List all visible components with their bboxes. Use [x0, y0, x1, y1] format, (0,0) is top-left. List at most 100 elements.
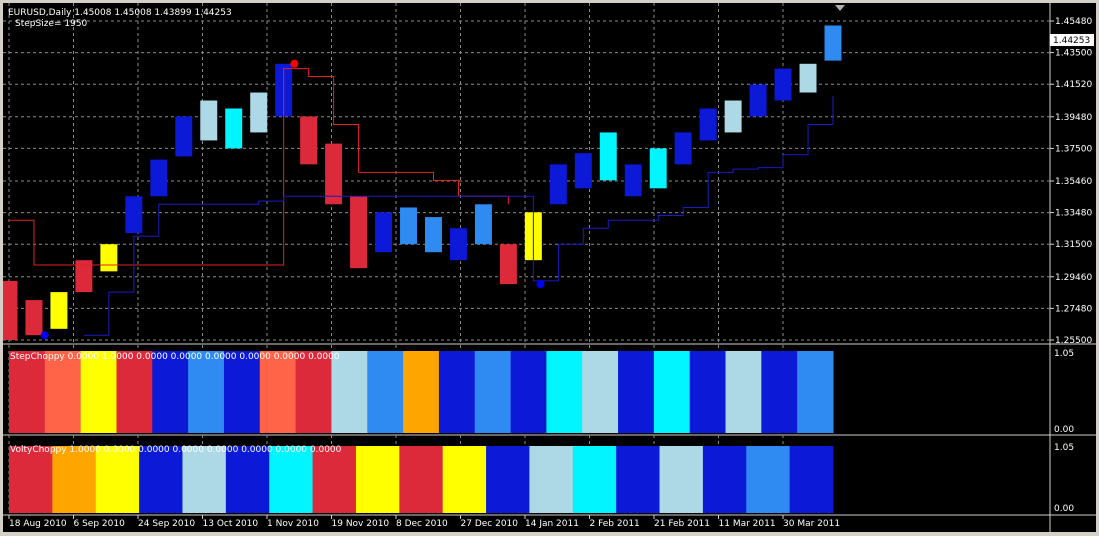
y-tick-label: 1.31500: [1055, 240, 1092, 250]
chart-stage: 1.45480 1.43500 1.41520 1.39480 1.37500 1.354…: [0, 3, 1096, 532]
volty-choppy-max-label: 1.05: [1054, 443, 1074, 453]
volty-choppy-segment: [399, 446, 444, 513]
price-bar: [449, 228, 467, 261]
price-bar: [350, 196, 368, 269]
y-tick-label: 1.25500: [1055, 336, 1092, 346]
y-tick-label: 1.35460: [1055, 177, 1092, 187]
chart-symbol-line: EURUSD,Daily 1.45008 1.45008 1.43899 1.4…: [8, 8, 232, 18]
x-tick-label: 6 Sep 2010: [74, 519, 126, 529]
step-choppy-segment: [438, 351, 476, 433]
x-tick-label: 2 Feb 2011: [590, 519, 640, 529]
price-bar: [125, 196, 143, 234]
price-bar: [25, 300, 43, 336]
volty-choppy-segment: [789, 446, 834, 513]
step-choppy-segment: [367, 351, 404, 433]
price-bar: [225, 108, 243, 149]
x-tick-label: 11 Mar 2011: [719, 519, 776, 529]
y-tick-label: 1.39480: [1055, 113, 1092, 123]
price-bar: [699, 108, 717, 141]
volty-choppy-segment: [702, 446, 747, 513]
volty-choppy-segment: [355, 446, 400, 513]
x-tick-label: 1 Nov 2010: [267, 519, 319, 529]
y-tick-label: 1.41520: [1055, 80, 1092, 90]
price-bar: [474, 204, 492, 245]
price-bar: [200, 100, 218, 141]
x-tick-label: 27 Dec 2010: [461, 519, 519, 529]
price-chart-svg[interactable]: 1.45480 1.43500 1.41520 1.39480 1.37500 1.354…: [0, 3, 1096, 532]
x-tick-label: 24 Sep 2010: [138, 519, 195, 529]
signal-dots: [40, 59, 545, 340]
price-bar: [749, 84, 767, 117]
x-tick-label: 8 Dec 2010: [396, 519, 448, 529]
volty-choppy-segment: [52, 446, 97, 513]
y-tick-label: 1.45480: [1055, 17, 1092, 27]
volty-choppy-segment: [9, 446, 53, 513]
price-bar: [624, 164, 642, 197]
x-tick-label: 19 Nov 2010: [332, 519, 390, 529]
step-choppy-segment: [44, 351, 82, 433]
x-tick-label: 21 Feb 2011: [654, 519, 710, 529]
blue-stop-line: [83, 95, 834, 336]
volty-choppy-segment: [95, 446, 140, 513]
step-choppy-segment: [653, 351, 691, 433]
volty-choppy-segment: [139, 446, 183, 513]
step-choppy-segment: [510, 351, 547, 433]
chart-shift-marker-icon[interactable]: [835, 5, 845, 11]
step-choppy-min-label: 0.00: [1054, 425, 1074, 435]
volty-choppy-min-label: 0.00: [1054, 504, 1074, 514]
price-bar: [375, 212, 393, 253]
price-bar: [150, 159, 168, 197]
blue-signal-dot: [536, 280, 545, 289]
y-tick-label: 1.43500: [1055, 49, 1092, 59]
price-bar: [599, 132, 617, 181]
step-choppy-segment: [474, 351, 512, 433]
price-bar: [649, 148, 667, 189]
step-choppy-segment: [403, 351, 440, 433]
step-choppy-max-label: 1.05: [1054, 349, 1074, 359]
volty-choppy-segment: [486, 446, 530, 513]
y-tick-label: 1.29460: [1055, 273, 1092, 283]
x-tick-label: 14 Jan 2011: [525, 519, 579, 529]
volty-choppy-segment: [659, 446, 704, 513]
step-choppy-segment: [546, 351, 583, 433]
indicator-panels: [9, 351, 834, 513]
blue-signal-dot: [40, 331, 49, 340]
price-bar: [799, 63, 817, 93]
volty-choppy-segment: [616, 446, 661, 513]
volty-choppy-segment: [182, 446, 227, 513]
volty-choppy-segment: [746, 446, 791, 513]
volty-choppy-segment: [269, 446, 314, 513]
price-bar: [0, 280, 18, 340]
step-choppy-segment: [797, 351, 834, 433]
price-bar: [574, 153, 592, 189]
step-choppy-label: StepChoppy 0.0000 1.0000 0.0000 0.0000 0…: [10, 352, 340, 362]
price-bar: [250, 92, 268, 133]
volty-choppy-segment: [442, 446, 487, 513]
price-bar: [300, 116, 318, 165]
step-choppy-segment: [582, 351, 619, 433]
step-choppy-segment: [223, 351, 261, 433]
chart-window-frame: 1.45480 1.43500 1.41520 1.39480 1.37500 1.354…: [0, 0, 1099, 535]
price-bar: [724, 100, 742, 133]
step-choppy-segment: [152, 351, 189, 433]
price-bar: [549, 164, 567, 205]
step-choppy-segment: [9, 351, 46, 433]
step-choppy-segment: [259, 351, 297, 433]
price-bar: [50, 292, 68, 329]
price-bars: [0, 25, 842, 340]
volty-choppy-segment: [225, 446, 270, 513]
price-bar: [425, 217, 442, 253]
red-signal-dot: [290, 59, 299, 68]
y-tick-label: 1.37500: [1055, 144, 1092, 154]
step-choppy-segment: [188, 351, 225, 433]
price-bar: [400, 207, 417, 245]
step-choppy-segment: [295, 351, 332, 433]
price-bar: [325, 143, 343, 205]
x-tick-label: 30 Mar 2011: [783, 519, 840, 529]
x-tick-label: 18 Aug 2010: [9, 519, 67, 529]
step-choppy-segment: [725, 351, 762, 433]
step-choppy-segment: [116, 351, 153, 433]
volty-choppy-segment: [312, 446, 357, 513]
price-bar: [499, 244, 517, 285]
volty-choppy-label: VoltyChoppy 1.0000 0.0000 0.0000 0.0000 …: [10, 445, 342, 455]
